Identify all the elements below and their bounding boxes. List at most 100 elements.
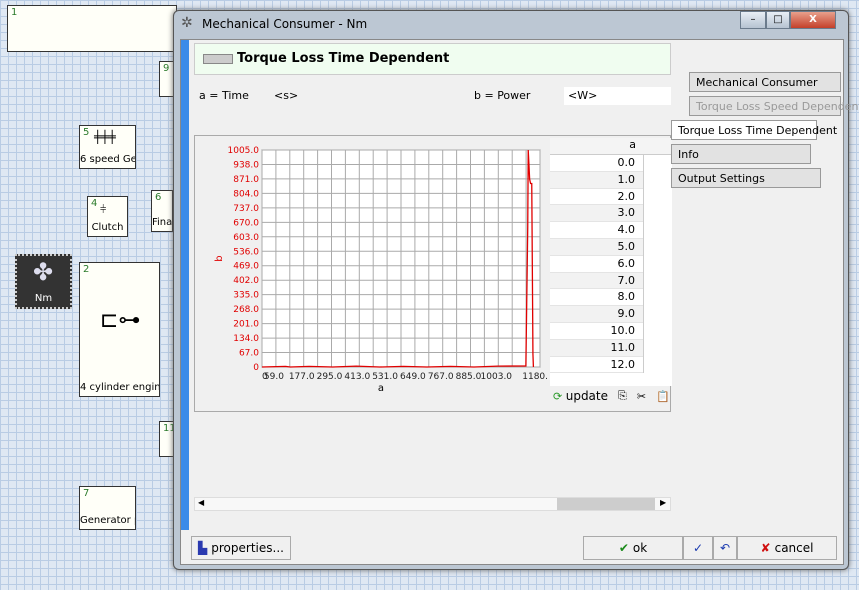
tab-output-settings[interactable]: Output Settings xyxy=(671,168,821,188)
app-icon: ✲ xyxy=(181,15,193,31)
window-title: Mechanical Consumer - Nm xyxy=(202,17,368,31)
update-button[interactable]: ⟳ update xyxy=(553,389,608,403)
tab-mechanical-consumer[interactable]: Mechanical Consumer xyxy=(689,72,841,92)
scroll-left-icon[interactable]: ◀ xyxy=(198,498,204,507)
x-tick-label: 531.0 xyxy=(372,372,398,382)
table-toolbar: ⟳ update ⎘ ✂ 📋 xyxy=(553,389,670,403)
cut-icon[interactable]: ✂ xyxy=(637,390,646,403)
paste-icon[interactable]: 📋 xyxy=(656,390,670,403)
table-row[interactable]: 10.0 xyxy=(550,323,643,340)
update-label: update xyxy=(565,389,608,403)
gear-icon: ╪╪╪ xyxy=(94,130,116,144)
spellcheck-button[interactable]: ✓ xyxy=(683,536,713,560)
panel-header: Torque Loss Time Dependent xyxy=(194,43,671,75)
block-final[interactable]: 6 Fina xyxy=(151,190,173,232)
y-tick-label: 804.0 xyxy=(233,189,259,199)
cancel-button[interactable]: ✘ cancel xyxy=(737,536,837,560)
table-row[interactable]: 11.0 xyxy=(550,339,643,357)
x-tick-label: 295.0 xyxy=(317,372,343,382)
y-tick-label: 268.0 xyxy=(233,305,259,315)
properties-label: properties... xyxy=(211,541,284,555)
y-tick-label: 938.0 xyxy=(233,160,259,170)
block-engine[interactable]: 2 ⊏⊶ 4 cylinder engine xyxy=(79,262,160,397)
x-tick-label: 177.0 xyxy=(289,372,315,382)
undo-button[interactable]: ↶ xyxy=(713,536,737,560)
maximize-button[interactable]: □ xyxy=(766,11,790,29)
y-tick-label: 603.0 xyxy=(233,233,259,243)
dialog-client: Torque Loss Time Dependent a = Time <s> … xyxy=(180,39,859,565)
x-tick-label: 1003.0 xyxy=(481,372,513,382)
y-tick-label: 670.0 xyxy=(233,218,259,228)
y-tick-label: 469.0 xyxy=(233,262,259,272)
axis-definition-row: a = Time <s> b = Power <W> xyxy=(194,87,671,105)
table-row[interactable]: 7.0 xyxy=(550,272,643,290)
x-tick-label: 885.0 xyxy=(456,372,482,382)
close-button[interactable]: X xyxy=(790,11,836,29)
x-axis-label: a xyxy=(378,383,384,394)
accent-bar xyxy=(181,40,189,530)
engine-icon: ⊏⊶ xyxy=(100,308,141,333)
properties-icon: ▙ xyxy=(198,541,208,555)
spellcheck-icon: ✓ xyxy=(692,541,704,555)
panel-menu-icon[interactable] xyxy=(203,54,233,64)
block-nm[interactable]: ✤ Nm xyxy=(15,254,72,309)
y-tick-label: 1005.0 xyxy=(228,146,260,156)
y-tick-label: 0 xyxy=(253,363,259,373)
tab-torque-loss-speed-dependent[interactable]: Torque Loss Speed Dependent xyxy=(689,96,859,116)
b-label: b = Power xyxy=(474,89,531,102)
block-clutch[interactable]: 4 ⫩ Clutch xyxy=(87,196,128,237)
b-unit-field[interactable]: <W> xyxy=(564,87,671,105)
a-unit: <s> xyxy=(274,89,299,102)
scroll-right-icon[interactable]: ▶ xyxy=(660,498,666,507)
table-row[interactable]: 5.0 xyxy=(550,238,643,256)
check-icon: ✔ xyxy=(618,541,629,555)
y-tick-label: 737.0 xyxy=(233,204,259,214)
copy-icon[interactable]: ⎘ xyxy=(618,389,627,403)
table-row[interactable]: 6.0 xyxy=(550,256,643,273)
clutch-icon: ⫩ xyxy=(100,203,107,216)
dialog-window: ✲ Mechanical Consumer - Nm – □ X Torque … xyxy=(173,10,859,570)
properties-button[interactable]: ▙ properties... xyxy=(191,536,291,560)
y-tick-label: 871.0 xyxy=(233,175,259,185)
ok-button[interactable]: ✔ ok xyxy=(583,536,683,560)
scroll-thumb[interactable] xyxy=(557,498,655,510)
y-tick-label: 335.0 xyxy=(233,291,259,301)
y-axis-label: b xyxy=(214,255,225,261)
y-tick-label: 201.0 xyxy=(233,320,259,330)
table-row[interactable]: 4.0 xyxy=(550,222,643,239)
table-header-a[interactable]: a xyxy=(550,138,672,155)
fan-icon: ✤ xyxy=(33,258,54,286)
a-label: a = Time xyxy=(199,89,249,102)
y-tick-label: 402.0 xyxy=(233,276,259,286)
undo-icon: ↶ xyxy=(719,541,731,555)
tab-torque-loss-time-dependent[interactable]: Torque Loss Time Dependent xyxy=(671,120,837,140)
refresh-icon: ⟳ xyxy=(553,390,563,403)
table-row[interactable]: 12.0 xyxy=(550,357,643,374)
block-1[interactable]: 1 xyxy=(7,5,177,52)
table-row[interactable]: 0.0 xyxy=(550,155,643,172)
table-row[interactable]: 2.0 xyxy=(550,189,643,206)
horizontal-scrollbar[interactable]: ◀ ▶ xyxy=(194,497,671,511)
table-row[interactable]: 9.0 xyxy=(550,306,643,323)
chart: 0 67.0 134.0 201.0 268.0 335.0 402.0 469.0 536.0… xyxy=(200,138,548,398)
table-row[interactable]: 3.0 xyxy=(550,205,643,223)
table-row[interactable]: 8.0 xyxy=(550,289,643,307)
ok-label: ok xyxy=(632,541,648,555)
y-tick-label: 67.0 xyxy=(239,349,259,359)
x-tick-label: 1180.0 xyxy=(522,372,548,382)
tab-info[interactable]: Info xyxy=(671,144,811,164)
block-generator[interactable]: 7Generator pul xyxy=(79,486,136,530)
x-tick-label: 649.0 xyxy=(400,372,426,382)
x-tick-label: 413.0 xyxy=(344,372,370,382)
table-row[interactable]: 1.0 xyxy=(550,171,643,189)
x-tick-label: 59.0 xyxy=(264,372,284,382)
x-tick-label: 767.0 xyxy=(428,372,454,382)
cancel-label: cancel xyxy=(774,541,814,555)
data-table[interactable]: a 0.0 1.0 2.0 3.0 4.0 5.0 6.0 7.0 8.0 9.0 10.0 11.0… xyxy=(550,138,672,386)
chart-table-frame: 0 67.0 134.0 201.0 268.0 335.0 402.0 469.0 536.0… xyxy=(194,135,672,412)
minimize-button[interactable]: – xyxy=(740,11,766,29)
y-tick-label: 536.0 xyxy=(233,247,259,257)
block-gearbox[interactable]: 5╪╪╪6 speed Gear xyxy=(79,125,136,169)
y-tick-label: 134.0 xyxy=(233,334,259,344)
panel-title: Torque Loss Time Dependent xyxy=(237,51,450,66)
